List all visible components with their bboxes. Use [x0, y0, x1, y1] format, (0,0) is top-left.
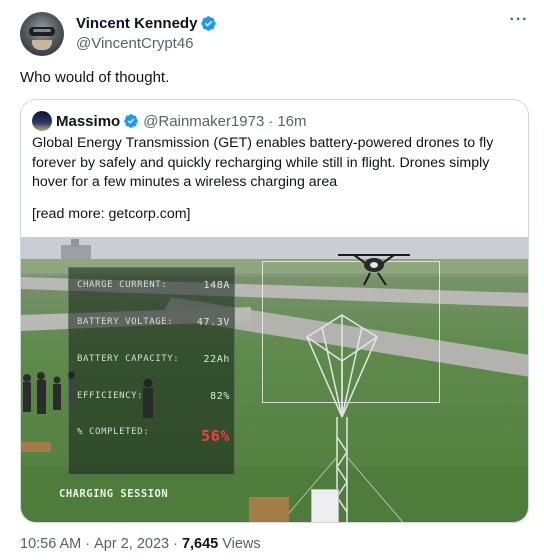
hud-label: EFFICIENCY: [77, 391, 144, 401]
drone-image [338, 254, 410, 286]
quoted-tweet-header: Massimo @Rainmaker1973 · 16m [32, 111, 307, 131]
more-horizontal-icon[interactable]: ··· [508, 12, 530, 34]
hud-row-completed: % COMPLETED: 56% [77, 427, 230, 445]
hud-value-alert: 56% [201, 427, 230, 445]
charging-tower [280, 314, 404, 522]
author-handle[interactable]: @VincentCrypt46 [76, 35, 194, 52]
hud-row-efficiency: EFFICIENCY: 82% [77, 391, 230, 402]
quoted-tweet-card[interactable]: Massimo @Rainmaker1973 · 16m Global Ener… [20, 99, 529, 523]
charging-session-label: CHARGING SESSION [59, 488, 169, 500]
verified-badge-icon [201, 16, 217, 31]
quoted-tweet-time: 16m [277, 112, 307, 130]
hud-label: CHARGE CURRENT: [77, 280, 168, 290]
equipment-crate [249, 497, 289, 522]
hud-label: % COMPLETED: [77, 427, 150, 437]
tweet-text: Who would of thought. [20, 69, 170, 86]
hud-value: 47.3V [196, 317, 230, 328]
footer-separator: · [173, 536, 178, 552]
tweet-footer: 10:56 AM · Apr 2, 2023 · 7,645 Views [20, 536, 261, 552]
quoted-author-avatar [32, 111, 52, 131]
author-display-name[interactable]: Vincent Kennedy [76, 15, 197, 32]
tweet-date[interactable]: Apr 2, 2023 [94, 536, 169, 552]
footer-separator: · [85, 536, 91, 552]
hud-value: 22Ah [203, 354, 230, 365]
tweet-time[interactable]: 10:56 AM [20, 536, 81, 552]
hud-value: 148A [203, 280, 230, 291]
hud-row-charge-current: CHARGE CURRENT: 148A [77, 280, 230, 291]
views-count[interactable]: 7,645 [182, 536, 218, 552]
hud-row-battery-capacity: BATTERY CAPACITY: 22Ah [77, 354, 230, 365]
hud-row-battery-voltage: BATTERY VOLTAGE: 47.3V [77, 317, 230, 328]
quoted-tweet-body: Global Energy Transmission (GET) enables… [32, 135, 494, 190]
hud-label: BATTERY VOLTAGE: [77, 317, 174, 327]
author-name-line[interactable]: Vincent Kennedy [76, 15, 217, 32]
quoted-author-display-name: Massimo [56, 112, 121, 130]
author-avatar[interactable] [20, 12, 64, 56]
read-more-text: [read more: getcorp.com] [32, 206, 191, 222]
charging-hud-panel: CHARGE CURRENT: 148A BATTERY VOLTAGE: 47… [68, 267, 235, 475]
verified-badge-icon [124, 114, 139, 128]
quoted-author-handle: @Rainmaker1973 [143, 112, 265, 130]
quoted-tweet-media[interactable]: CHARGE CURRENT: 148A BATTERY VOLTAGE: 47… [21, 237, 528, 522]
tweet-header: Vincent Kennedy @VincentCrypt46 ··· [20, 12, 530, 56]
meta-separator: · [268, 112, 274, 130]
equipment-box [311, 489, 339, 522]
hud-label: BATTERY CAPACITY: [77, 354, 180, 364]
views-label: Views [222, 536, 261, 552]
hud-value: 82% [210, 391, 230, 402]
